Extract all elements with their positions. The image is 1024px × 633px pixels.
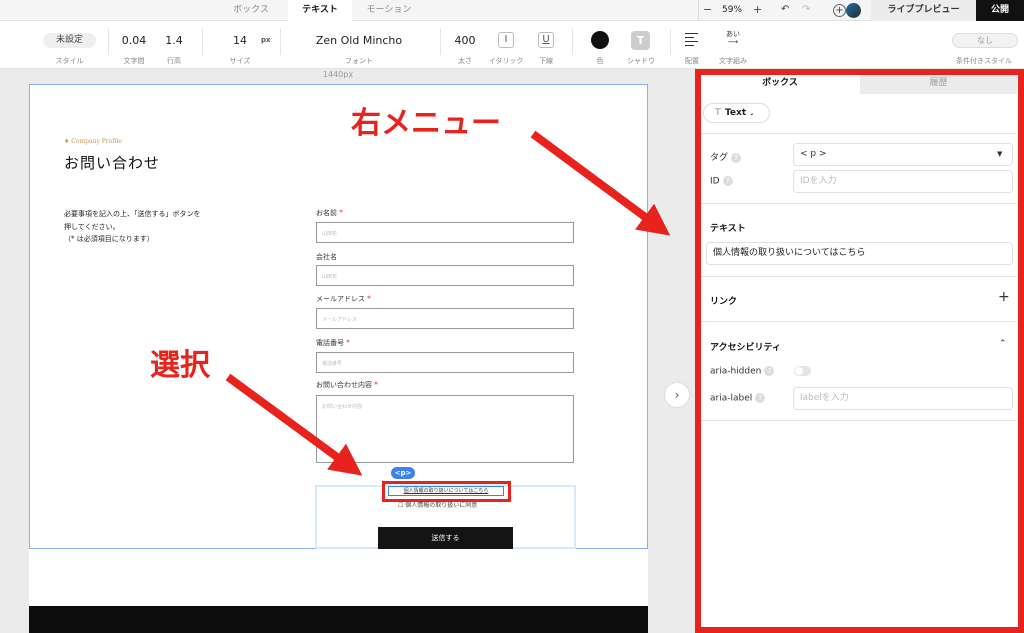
annotation-arrows <box>225 130 671 476</box>
arrow-to-selection <box>225 373 363 476</box>
arrow-to-panel <box>530 130 671 236</box>
